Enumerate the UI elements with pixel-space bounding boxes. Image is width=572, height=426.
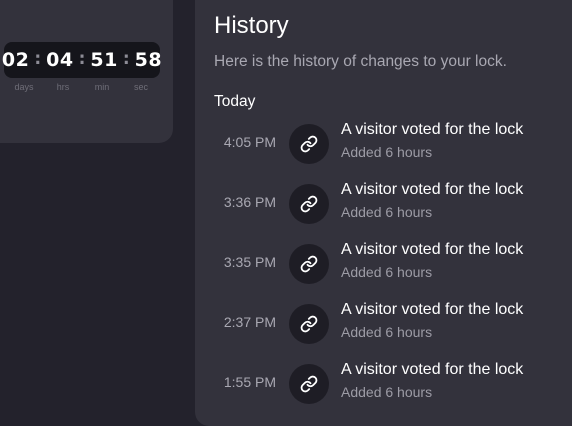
link-icon bbox=[289, 244, 329, 284]
history-entry-time: 3:36 PM bbox=[223, 194, 276, 210]
history-entry-title: A visitor voted for the lock bbox=[341, 361, 524, 378]
countdown-seconds: 58 bbox=[134, 49, 163, 71]
link-icon bbox=[289, 124, 329, 164]
history-entry-time: 2:37 PM bbox=[223, 314, 276, 330]
history-entry: 2:37 PM A visitor voted for the lock Add… bbox=[195, 301, 572, 364]
history-entry-detail: Added 6 hours bbox=[341, 324, 433, 340]
history-entry-title: A visitor voted for the lock bbox=[341, 301, 524, 318]
link-icon bbox=[289, 364, 329, 404]
countdown-separator: : bbox=[122, 49, 130, 69]
countdown-separator: : bbox=[34, 49, 42, 69]
history-entry: 3:36 PM A visitor voted for the lock Add… bbox=[195, 181, 572, 244]
countdown-separator: : bbox=[78, 49, 86, 69]
history-entry-title: A visitor voted for the lock bbox=[341, 181, 524, 198]
countdown-minutes: 51 bbox=[90, 49, 118, 71]
countdown-minutes-label: min bbox=[94, 82, 110, 92]
history-entry-title: A visitor voted for the lock bbox=[341, 121, 524, 138]
countdown-timer: 02 : 04 : 51 : 58 bbox=[1, 42, 163, 78]
history-entry: 3:35 PM A visitor voted for the lock Add… bbox=[195, 241, 572, 304]
countdown-days: 02 bbox=[1, 49, 30, 71]
history-entry-time: 4:05 PM bbox=[223, 134, 276, 150]
countdown-hours-label: hrs bbox=[56, 82, 70, 92]
history-entry-time: 3:35 PM bbox=[223, 254, 276, 270]
history-entry-detail: Added 6 hours bbox=[341, 264, 433, 280]
link-icon bbox=[289, 304, 329, 344]
history-entry-detail: Added 6 hours bbox=[341, 384, 433, 400]
history-entry: 1:55 PM A visitor voted for the lock Add… bbox=[195, 361, 572, 424]
history-entry-detail: Added 6 hours bbox=[341, 204, 433, 220]
countdown-days-label: days bbox=[14, 82, 34, 92]
countdown-seconds-label: sec bbox=[133, 82, 148, 92]
history-title: History bbox=[214, 12, 289, 39]
countdown-hours: 04 bbox=[46, 49, 74, 71]
history-entry-title: A visitor voted for the lock bbox=[341, 241, 524, 258]
history-entry: 4:05 PM A visitor voted for the lock Add… bbox=[195, 121, 572, 184]
history-entry-time: 1:55 PM bbox=[223, 374, 276, 390]
history-section-today: Today bbox=[214, 93, 256, 110]
link-icon bbox=[289, 184, 329, 224]
history-subtitle: Here is the history of changes to your l… bbox=[214, 53, 507, 70]
history-entry-detail: Added 6 hours bbox=[341, 144, 433, 160]
